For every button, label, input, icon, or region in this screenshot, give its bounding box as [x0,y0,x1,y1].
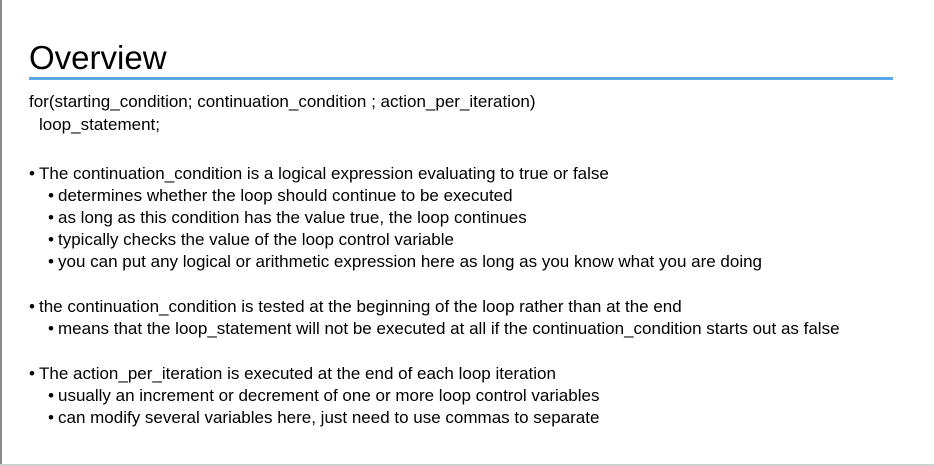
slide: Overview for(starting_condition; continu… [0,0,934,466]
bullet-item: the continuation_condition is tested at … [29,296,919,318]
bullet-item: The continuation_condition is a logical … [29,163,919,185]
sub-bullet-item: determines whether the loop should conti… [29,185,919,207]
sub-bullet-item: can modify several variables here, just … [29,407,919,429]
code-line-1: for(starting_condition; continuation_con… [29,92,536,111]
sub-bullet-item: usually an increment or decrement of one… [29,385,919,407]
bullet-group: The continuation_condition is a logical … [29,163,919,273]
left-border [0,0,2,466]
sub-bullet-item: you can put any logical or arithmetic ex… [29,251,919,273]
sub-bullet-item: typically checks the value of the loop c… [29,229,919,251]
sub-bullet-item: as long as this condition has the value … [29,207,919,229]
bullet-list: The continuation_condition is a logical … [29,163,919,452]
title-underline [29,77,893,80]
bullet-group: the continuation_condition is tested at … [29,296,919,340]
code-line-2: loop_statement; [39,115,160,134]
slide-title: Overview [29,39,167,76]
code-syntax: for(starting_condition; continuation_con… [29,90,536,136]
bullet-group: The action_per_iteration is executed at … [29,363,919,429]
sub-bullet-item: means that the loop_statement will not b… [29,318,919,340]
bullet-item: The action_per_iteration is executed at … [29,363,919,385]
